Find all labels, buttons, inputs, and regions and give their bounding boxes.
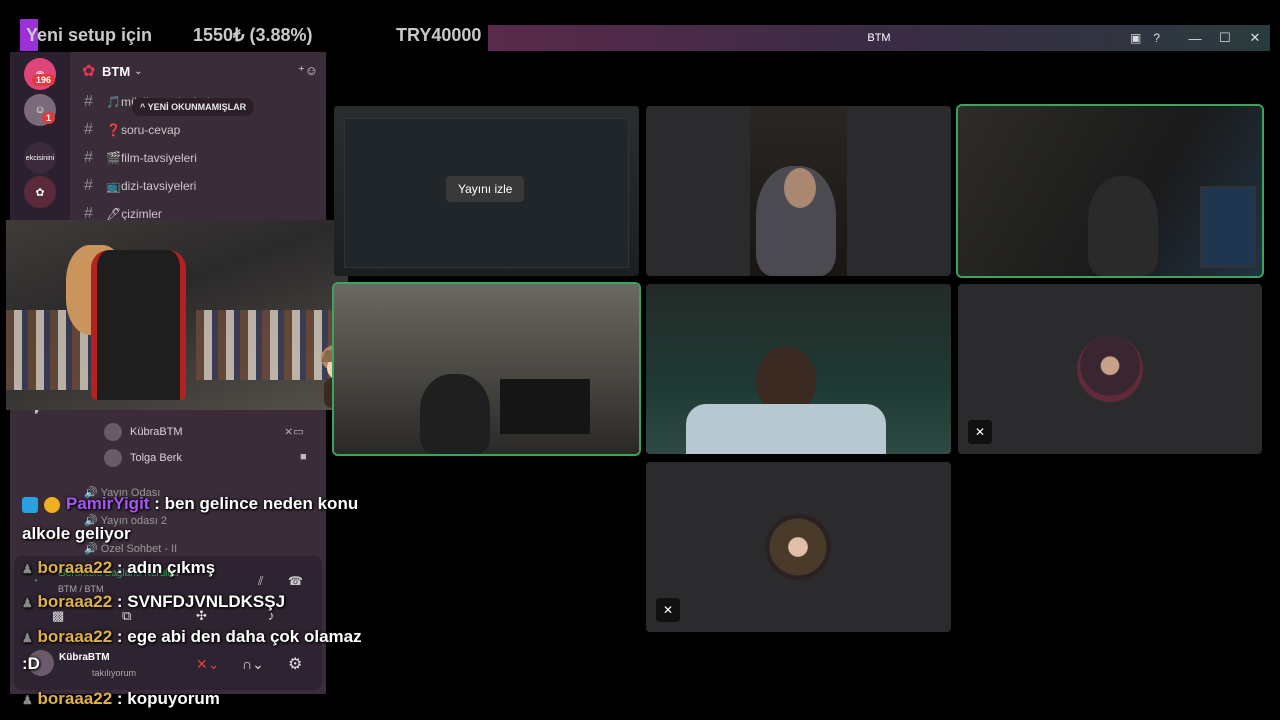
- hash-icon: #: [84, 93, 93, 110]
- monitor-image: [1200, 186, 1256, 268]
- chevron-down-icon: ⌄: [134, 65, 143, 77]
- sub-badge-icon: [44, 496, 60, 513]
- window-controls: — ☐ ✕: [1188, 25, 1262, 51]
- maximize-icon[interactable]: ☐: [1218, 30, 1232, 46]
- hash-icon: #: [84, 177, 93, 194]
- video-tile[interactable]: [646, 284, 951, 454]
- user-status: takılıyorum: [92, 668, 137, 678]
- hash-icon: #: [84, 149, 93, 166]
- chat-message: ♟ boraaa22 : kopuyorum: [22, 689, 220, 709]
- screen: BTM ▣ ? — ☐ ✕ ◉ 196 ☺ 1 ekcisinini ✿ ✿ B…: [0, 0, 1280, 720]
- chat-username: PamirYigit: [66, 494, 150, 513]
- noise-icon[interactable]: ⫽: [258, 574, 263, 589]
- tv-image: [500, 379, 590, 434]
- avatar: [1077, 336, 1143, 402]
- chat-message-cont: alkole geliyor: [22, 524, 131, 544]
- window-titlebar: BTM ▣ ? — ☐ ✕: [488, 25, 1270, 51]
- channel-item[interactable]: # ❓ soru-cevap: [80, 116, 320, 144]
- chat-username: boraaa22: [37, 627, 113, 646]
- voice-member[interactable]: KübraBTM: [104, 422, 183, 442]
- video-tile[interactable]: [646, 106, 951, 276]
- gaming-chair-image: [91, 250, 186, 400]
- close-icon[interactable]: ✕: [1248, 30, 1262, 46]
- video-tile-speaking[interactable]: [956, 104, 1264, 278]
- help-icon[interactable]: ?: [1153, 31, 1160, 45]
- chat-text: : ben gelince neden konu: [154, 494, 359, 513]
- mic-muted-icon[interactable]: ✕⌄: [196, 656, 219, 673]
- watch-stream-button[interactable]: Yayını izle: [446, 176, 525, 202]
- mic-muted-icon: ✕: [968, 420, 992, 444]
- server-icon: ✿: [82, 63, 96, 80]
- chat-message: ♟ boraaa22 : ege abi den daha çok olamaz: [22, 627, 362, 647]
- channel-item[interactable]: # 🎬 film-tavsiyeleri: [80, 144, 320, 172]
- cube-badge-icon: [22, 496, 38, 513]
- chat-message: PamirYigit : ben gelince neden konu: [22, 494, 358, 514]
- avatar: [104, 423, 122, 441]
- guild-item[interactable]: ekcisinini: [24, 142, 56, 174]
- avatar-badge: 1: [42, 112, 56, 124]
- user-name: KübraBTM: [59, 652, 110, 663]
- donation-ticker: Yeni setup için 1550₺ (3.88%) TRY40000: [18, 18, 488, 52]
- server-name: BTM: [102, 63, 131, 79]
- unread-pill[interactable]: ^ YENİ OKUNMAMIŞLAR: [132, 98, 255, 116]
- ticker-goal: Yeni setup için: [26, 25, 153, 45]
- disconnect-icon[interactable]: ☎: [288, 574, 303, 588]
- voice-tile[interactable]: ✕: [646, 462, 951, 632]
- emote-text: :D: [22, 654, 40, 673]
- chat-username: boraaa22: [37, 558, 113, 577]
- minimize-icon[interactable]: —: [1188, 31, 1202, 46]
- voice-tile[interactable]: ✕: [958, 284, 1262, 454]
- headphones-icon[interactable]: ∩⌄: [242, 656, 264, 673]
- person-image: [420, 374, 490, 454]
- ticker-target: TRY40000: [396, 25, 482, 45]
- add-member-icon[interactable]: ⁺☺: [298, 63, 318, 79]
- chat-text: : kopuyorum: [116, 689, 220, 708]
- chat-message: ♟ boraaa22 : adın çıkmş: [22, 558, 215, 578]
- settings-gear-icon[interactable]: ⚙: [288, 654, 302, 674]
- voice-member[interactable]: Tolga Berk: [104, 448, 182, 468]
- user-badge-icon: ♟: [22, 693, 33, 707]
- guild-badge: 196: [32, 74, 56, 86]
- deafen-icon: ⨯▭: [284, 426, 304, 438]
- hash-icon: #: [84, 121, 93, 138]
- ticker-progress: 1550₺ (3.88%): [193, 25, 313, 45]
- user-badge-icon: ♟: [22, 562, 33, 576]
- video-icon: ■: [300, 451, 307, 463]
- avatar: [765, 514, 831, 580]
- chat-text: : adın çıkmş: [116, 558, 216, 577]
- avatar: [104, 449, 122, 467]
- video-tile-speaking[interactable]: [332, 282, 641, 456]
- inbox-icon[interactable]: ▣: [1130, 31, 1141, 45]
- person-image: [1088, 176, 1158, 276]
- chat-username: boraaa22: [37, 689, 113, 708]
- user-badge-icon: ♟: [22, 596, 33, 610]
- titlebar-tools: ▣ ?: [1130, 25, 1160, 51]
- chat-message: ♟ boraaa22 : SVNFDJVNLDKSŞJ: [22, 592, 285, 612]
- mic-muted-icon: ✕: [656, 598, 680, 622]
- guild-list: ◉ 196 ☺ 1 ekcisinini ✿: [10, 52, 70, 220]
- streamer-webcam: [6, 220, 348, 410]
- user-badge-icon: ♟: [22, 631, 33, 645]
- server-header[interactable]: ✿ BTM ⌄ ⁺☺: [80, 60, 320, 82]
- guild-item-active[interactable]: ✿: [24, 176, 56, 208]
- chat-text: : SVNFDJVNLDKSŞJ: [116, 592, 286, 611]
- chat-text: : ege abi den daha çok olamaz: [116, 627, 362, 646]
- chat-username: boraaa22: [37, 592, 113, 611]
- channel-item[interactable]: # 📺 dizi-tavsiyeleri: [80, 172, 320, 200]
- window-title: BTM: [867, 32, 891, 44]
- chat-text: alkole geliyor: [22, 524, 131, 543]
